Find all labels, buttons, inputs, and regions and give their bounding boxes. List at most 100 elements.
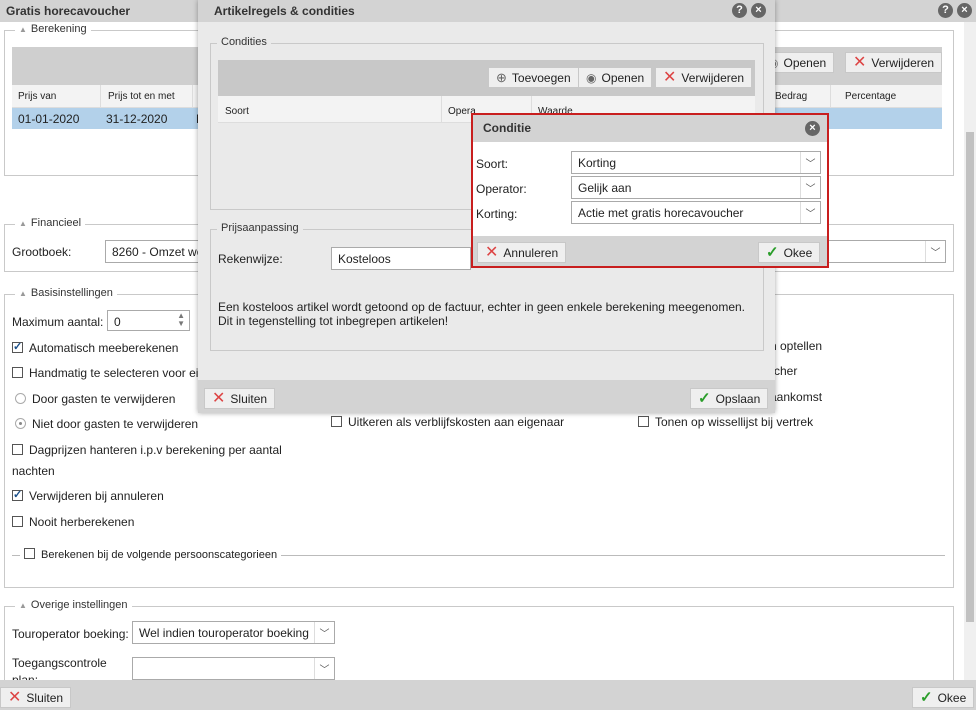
checkbox[interactable]: [331, 416, 342, 427]
open-label: Openen: [601, 70, 645, 85]
save-button[interactable]: ✓ Opslaan: [690, 388, 769, 409]
right-label-2: cher: [774, 364, 798, 378]
cancel-label: Annuleren: [503, 245, 559, 260]
close-icon[interactable]: ×: [957, 3, 972, 18]
verwijderen-label: Verwijderen bij annuleren: [29, 489, 164, 503]
delete-button[interactable]: ✕ Verwijderen: [845, 52, 943, 73]
grootboek-label: Grootboek:: [12, 245, 72, 259]
grootboek-value: 8260 - Omzet we: [112, 245, 203, 259]
cancel-button[interactable]: ✕ Annuleren: [477, 242, 567, 263]
artikel-close-button[interactable]: ✕ Sluiten: [204, 388, 276, 409]
eye-icon: ◉: [586, 70, 597, 85]
close-icon[interactable]: ×: [805, 121, 820, 136]
rekenwijze-value: Kosteloos: [338, 252, 391, 266]
main-ok-button[interactable]: ✓ Okee: [912, 687, 975, 708]
korting-label: Korting:: [476, 207, 518, 221]
door-gasten-radio-row[interactable]: Door gasten te verwijderen: [15, 392, 175, 406]
max-stepper[interactable]: 0 ▲ ▼: [107, 310, 190, 331]
tonen-label: Tonen op wissellijst bij vertrek: [655, 415, 814, 429]
ok-button[interactable]: ✓ Okee: [758, 242, 821, 263]
max-label: Maximum aantal:: [12, 315, 104, 329]
verwijderen-checkbox-row[interactable]: Verwijderen bij annuleren: [12, 488, 164, 503]
close-x-icon: ✕: [485, 243, 499, 261]
soort-value: Korting: [578, 156, 617, 170]
basis-legend: Basisinstellingen: [30, 287, 113, 299]
touroperator-label: Touroperator boeking:: [12, 627, 129, 641]
close-x-icon: ✕: [8, 688, 22, 706]
add-button[interactable]: ⊕ Toevoegen: [488, 67, 579, 88]
grootboek-select-right[interactable]: ﹀: [820, 240, 946, 263]
right-label-1: n optellen: [770, 339, 823, 353]
chevron-down-icon: ﹀: [314, 622, 334, 643]
conditie-title: Conditie: [483, 121, 531, 135]
checkmark-icon: ✓: [698, 390, 711, 407]
handmatig-checkbox-row[interactable]: Handmatig te selecteren voor eig: [12, 366, 205, 380]
artikel-close-label: Sluiten: [230, 391, 268, 406]
operator-select[interactable]: Gelijk aan ﹀: [571, 176, 821, 199]
radio[interactable]: [15, 393, 26, 404]
close-x-icon: ✕: [212, 389, 226, 407]
auto-checkbox-row[interactable]: Automatisch meeberekenen: [12, 340, 178, 355]
checkbox[interactable]: [24, 548, 35, 559]
condities-legend: Condities: [221, 36, 267, 48]
row-from: 01-01-2020: [18, 112, 80, 126]
operator-value: Gelijk aan: [578, 181, 632, 195]
rekenwijze-label: Rekenwijze:: [218, 252, 283, 266]
korting-select[interactable]: Actie met gratis horecavoucher ﹀: [571, 201, 821, 224]
col-prijs-van: Prijs van: [18, 91, 57, 102]
chevron-down-icon: ﹀: [314, 658, 334, 679]
rekenwijze-select[interactable]: Kosteloos: [331, 247, 471, 270]
chevron-down-icon: ﹀: [800, 202, 820, 223]
stepper-arrows-icon[interactable]: ▲ ▼: [177, 312, 185, 328]
open-button[interactable]: ◉ Openen: [578, 67, 653, 88]
help-icon[interactable]: ?: [938, 3, 953, 18]
korting-value: Actie met gratis horecavoucher: [578, 206, 744, 220]
ok-label: Okee: [783, 245, 813, 260]
max-value: 0: [114, 315, 121, 329]
overige-legend: Overige instellingen: [30, 599, 128, 611]
checkbox[interactable]: [12, 444, 23, 455]
touroperator-select[interactable]: Wel indien touroperator boeking ﹀: [132, 621, 335, 644]
grootboek-select[interactable]: 8260 - Omzet we: [105, 240, 203, 263]
delete-label: Verwijderen: [871, 55, 935, 70]
dagprijzen-label-2: nachten: [12, 464, 55, 478]
checkbox-checked[interactable]: [12, 488, 23, 501]
uitkeren-checkbox-row[interactable]: Uitkeren als verblijfskosten aan eigenaa…: [331, 415, 564, 429]
niet-door-gasten-radio-row[interactable]: Niet door gasten te verwijderen: [15, 417, 198, 431]
checkbox-checked[interactable]: [12, 340, 23, 353]
scrollbar-thumb[interactable]: [966, 132, 974, 622]
add-label: Toevoegen: [511, 70, 571, 85]
delete-button[interactable]: ✕ Verwijderen: [655, 67, 753, 88]
soort-select[interactable]: Korting ﹀: [571, 151, 821, 174]
description-text: Een kosteloos artikel wordt getoond op d…: [218, 300, 746, 328]
berekening-legend: Berekening: [30, 23, 87, 35]
checkbox[interactable]: [12, 367, 23, 378]
checkbox[interactable]: [638, 416, 649, 427]
close-icon[interactable]: ×: [751, 3, 766, 18]
persoons-checkbox-row[interactable]: Berekenen bij de volgende persoonscatego…: [20, 548, 282, 561]
conditie-dialog: Conditie × Soort: Korting ﹀ Operator: Ge…: [471, 113, 829, 268]
main-close-label: Sluiten: [26, 690, 64, 705]
help-icon[interactable]: ?: [732, 3, 747, 18]
prijs-legend: Prijsaanpassing: [221, 222, 299, 234]
main-close-button[interactable]: ✕ Sluiten: [0, 687, 72, 708]
toegang-label: Toegangscontrole: [12, 656, 107, 670]
radio-selected[interactable]: [15, 418, 26, 429]
open-label: Openen: [783, 55, 827, 70]
main-scrollbar[interactable]: [964, 22, 976, 680]
tonen-checkbox-row[interactable]: Tonen op wissellijst bij vertrek: [638, 415, 813, 429]
handmatig-label: Handmatig te selecteren voor eig: [29, 366, 206, 380]
uitkeren-label: Uitkeren als verblijfskosten aan eigenaa…: [348, 415, 565, 429]
nooit-checkbox-row[interactable]: Nooit herberekenen: [12, 515, 134, 529]
checkbox[interactable]: [12, 516, 23, 527]
chevron-down-icon: ﹀: [800, 152, 820, 173]
chevron-down-icon: ﹀: [800, 177, 820, 198]
toegang-select[interactable]: ﹀: [132, 657, 335, 680]
row-to: 31-12-2020: [106, 112, 168, 126]
col-prijs-tot: Prijs tot en met: [108, 91, 175, 102]
niet-door-gasten-label: Niet door gasten te verwijderen: [32, 417, 199, 431]
persoons-label: Berekenen bij de volgende persoonscatego…: [41, 549, 278, 561]
right-label-3: aankomst: [770, 390, 823, 404]
dagprijzen-checkbox-row[interactable]: Dagprijzen hanteren i.p.v berekening per…: [12, 443, 282, 457]
soort-label: Soort:: [476, 157, 509, 171]
